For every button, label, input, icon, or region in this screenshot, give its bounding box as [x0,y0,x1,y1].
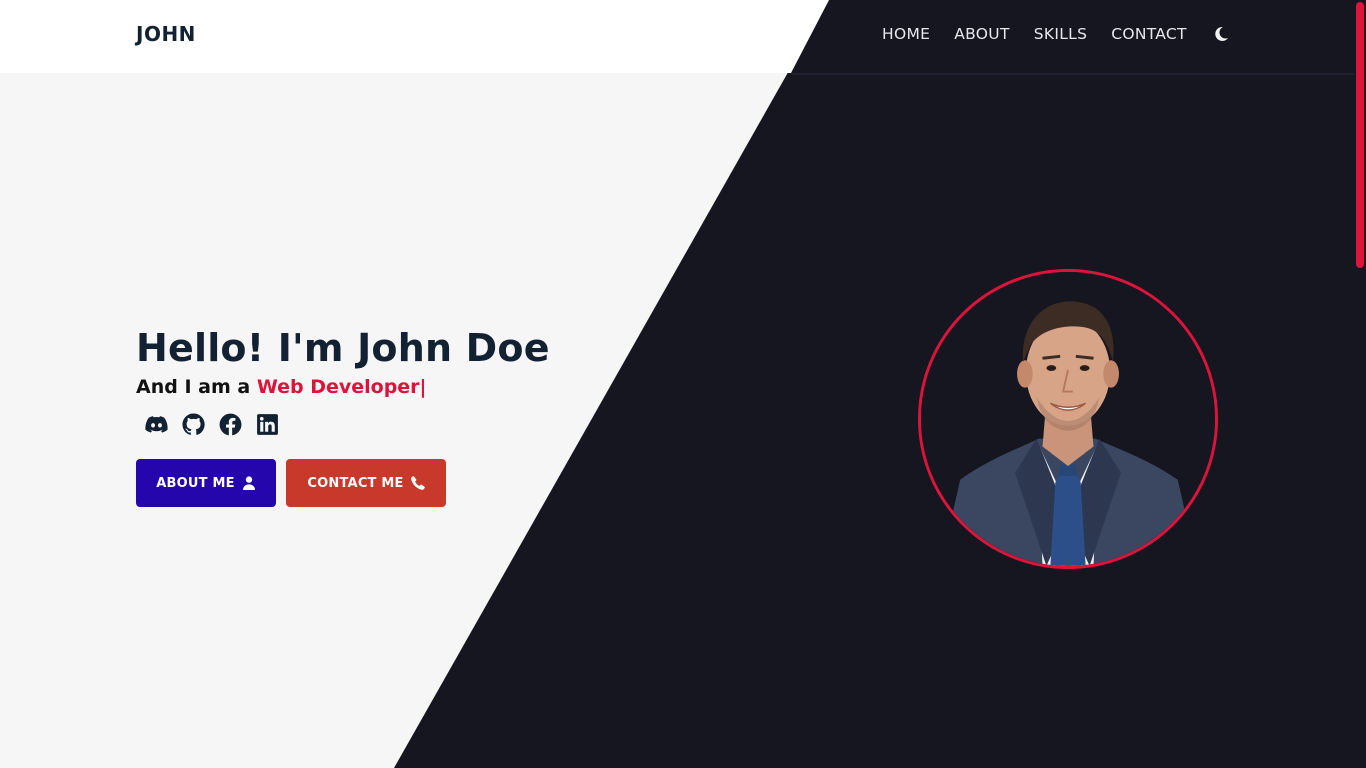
site-header: JOHN HOME ABOUT SKILLS CONTACT [0,0,1366,75]
hero-role-typed: Web Developer| [256,376,427,398]
page-scrollbar[interactable] [1354,0,1366,768]
social-links [144,412,550,437]
hero-subtitle: And I am a Web Developer| [136,376,550,398]
nav-contact[interactable]: CONTACT [1111,25,1187,43]
header-divider [791,73,1366,75]
user-icon [242,476,255,490]
logo[interactable]: JOHN [136,22,196,46]
main-nav: HOME ABOUT SKILLS CONTACT [882,25,1229,43]
hero-title: Hello! I'm John Doe [136,326,550,370]
discord-icon[interactable] [144,412,169,437]
about-me-button[interactable]: ABOUT ME [136,459,276,507]
contact-me-label: CONTACT ME [307,475,404,491]
github-icon[interactable] [181,412,206,437]
hero-section: Hello! I'm John Doe And I am a Web Devel… [136,326,550,507]
moon-icon[interactable] [1215,26,1229,42]
about-me-label: ABOUT ME [156,475,235,491]
phone-icon [410,476,425,490]
contact-me-button[interactable]: CONTACT ME [286,459,446,507]
linkedin-icon[interactable] [255,412,280,437]
profile-photo [918,269,1218,569]
scrollbar-thumb[interactable] [1356,2,1364,268]
nav-home[interactable]: HOME [882,25,930,43]
nav-skills[interactable]: SKILLS [1034,25,1087,43]
hero-buttons: ABOUT ME CONTACT ME [136,459,550,507]
nav-about[interactable]: ABOUT [954,25,1009,43]
facebook-icon[interactable] [218,412,243,437]
hero-subtitle-prefix: And I am a [136,376,257,398]
